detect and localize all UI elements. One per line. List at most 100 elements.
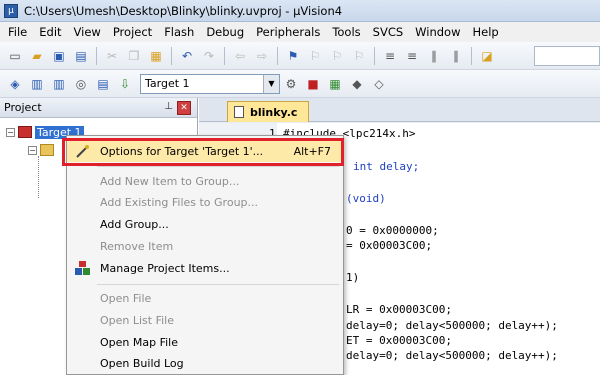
next-bookmark-icon[interactable]: ⚐ [328, 47, 346, 65]
context-menu: Options for Target 'Target 1'... Alt+F7 … [66, 135, 344, 375]
menu-file[interactable]: File [2, 22, 33, 42]
code-line: ET = 0x00003C00; [346, 334, 452, 347]
collapse-icon[interactable]: − [6, 127, 15, 137]
menu-bar: File Edit View Project Flash Debug Perip… [0, 22, 600, 42]
new-file-icon[interactable]: ▭ [6, 47, 24, 65]
nav-back-icon[interactable]: ⇦ [231, 47, 249, 65]
tree-connector [38, 156, 39, 198]
rebuild-icon[interactable]: ▥ [50, 75, 68, 93]
menu-debug[interactable]: Debug [200, 22, 250, 42]
toolbar-separator [374, 46, 375, 65]
toolbar-separator [471, 46, 472, 65]
window-title: C:\Users\Umesh\Desktop\Blinky\blinky.uvp… [24, 3, 343, 18]
menu-flash[interactable]: Flash [158, 22, 200, 42]
code-line: int delay; [353, 160, 420, 173]
tab-label: blinky.c [250, 105, 298, 119]
bookmark-icon[interactable]: ⚑ [284, 47, 302, 65]
undo-icon[interactable]: ↶ [178, 47, 196, 65]
redo-icon[interactable]: ↷ [200, 47, 218, 65]
menu-item-label: Remove Item [100, 239, 174, 253]
menu-tools[interactable]: Tools [326, 22, 366, 42]
code-line: delay=0; delay<500000; delay++); [346, 319, 558, 332]
pin-icon[interactable]: ⊥ [164, 101, 173, 112]
menu-item-add-existing-files[interactable]: Add Existing Files to Group... [67, 191, 343, 213]
nav-forward-icon[interactable]: ⇨ [253, 47, 271, 65]
clear-bookmarks-icon[interactable]: ⚐ [350, 47, 368, 65]
menu-item-open-map-file[interactable]: Open Map File [67, 331, 343, 353]
toolbar-separator [171, 46, 172, 65]
toolbar-separator [96, 46, 97, 65]
open-folder-icon[interactable]: ▰ [28, 47, 46, 65]
download-icon[interactable]: ⇩ [116, 75, 134, 93]
file-icon [234, 106, 244, 118]
toolbar-separator [277, 46, 278, 65]
indent-icon[interactable]: ≡ [381, 47, 399, 65]
close-icon[interactable]: ✕ [177, 101, 191, 115]
menu-peripherals[interactable]: Peripherals [250, 22, 326, 42]
code-line: 1) [346, 271, 360, 284]
menu-svcs[interactable]: SVCS [367, 22, 410, 42]
app-icon: µ [4, 3, 18, 18]
menu-item-open-list-file[interactable]: Open List File [67, 309, 343, 331]
find-in-files-icon[interactable]: ◪ [478, 47, 496, 65]
menu-item-add-group[interactable]: Add Group... [67, 213, 343, 235]
menu-window[interactable]: Window [409, 22, 466, 42]
comment-icon[interactable]: ∥ [425, 47, 443, 65]
collapse-icon[interactable]: − [28, 145, 37, 155]
chevron-down-icon[interactable]: ▼ [263, 74, 279, 93]
code-line: = 0x00003C00; [346, 239, 433, 252]
environment-icon[interactable]: ◇ [370, 75, 388, 93]
target-select-value: Target 1 [145, 77, 190, 90]
tab-strip: blinky.c [199, 98, 600, 122]
build-icon[interactable]: ▥ [28, 75, 46, 93]
code-line: LR = 0x00003C00; [346, 303, 452, 316]
code-line: (void) [346, 192, 386, 205]
translate-icon[interactable]: ◈ [6, 75, 24, 93]
title-bar: µ C:\Users\Umesh\Desktop\Blinky\blinky.u… [0, 0, 600, 22]
copy-icon[interactable]: ❐ [125, 47, 143, 65]
menu-item-remove-item[interactable]: Remove Item [67, 235, 343, 257]
build-toolbar: ◈ ▥ ▥ ◎ ▤ ⇩ Target 1 ▼ ⚙ ■ ▦ ◆ ◇ [0, 70, 600, 98]
tree-item-group[interactable]: − [28, 142, 57, 158]
select-packs-icon[interactable]: ▦ [326, 75, 344, 93]
menu-item-label: Add Existing Files to Group... [100, 195, 259, 209]
save-all-icon[interactable]: ▤ [72, 47, 90, 65]
paste-icon[interactable]: ▦ [147, 47, 165, 65]
code-line: delay=0; delay<500000; delay++); [346, 349, 558, 362]
save-icon[interactable]: ▣ [50, 47, 68, 65]
menu-item-label: Open Build Log [100, 356, 184, 370]
toolbar-separator [224, 46, 225, 65]
menu-item-label: Open List File [100, 313, 175, 327]
menu-help[interactable]: Help [467, 22, 505, 42]
stop-build-icon[interactable]: ▤ [94, 75, 112, 93]
unindent-icon[interactable]: ≡ [403, 47, 421, 65]
menu-item-label: Add New Item to Group... [100, 174, 240, 188]
menu-item-label: Open File [100, 291, 152, 305]
menu-project[interactable]: Project [107, 22, 158, 42]
pack-installer-icon[interactable]: ◆ [348, 75, 366, 93]
prev-bookmark-icon[interactable]: ⚐ [306, 47, 324, 65]
menu-separator [97, 284, 339, 285]
target-select[interactable]: Target 1 ▼ [140, 73, 280, 94]
menu-separator [97, 166, 339, 167]
target-options-icon[interactable]: ⚙ [282, 75, 300, 93]
code-line: 0 = 0x0000000; [346, 224, 439, 237]
menu-item-label: Open Map File [100, 335, 178, 349]
batch-build-icon[interactable]: ◎ [72, 75, 90, 93]
menu-item-open-file[interactable]: Open File [67, 287, 343, 309]
components-icon [75, 261, 90, 275]
folder-icon [40, 144, 54, 156]
menu-item-open-build-log[interactable]: Open Build Log [67, 352, 343, 374]
menu-item-label: Add Group... [100, 217, 169, 231]
cut-icon[interactable]: ✂ [103, 47, 121, 65]
find-input[interactable] [534, 45, 600, 66]
menu-edit[interactable]: Edit [33, 22, 67, 42]
menu-view[interactable]: View [68, 22, 107, 42]
uncomment-icon[interactable]: ∥ [447, 47, 465, 65]
project-panel-header: Project ⊥ ✕ [0, 98, 197, 118]
manage-components-icon[interactable]: ■ [304, 75, 322, 93]
tab-blinky-c[interactable]: blinky.c [227, 101, 309, 122]
highlight-box [62, 138, 344, 166]
menu-item-manage-project-items[interactable]: Manage Project Items... [67, 257, 343, 279]
menu-item-add-new-item[interactable]: Add New Item to Group... [67, 170, 343, 192]
